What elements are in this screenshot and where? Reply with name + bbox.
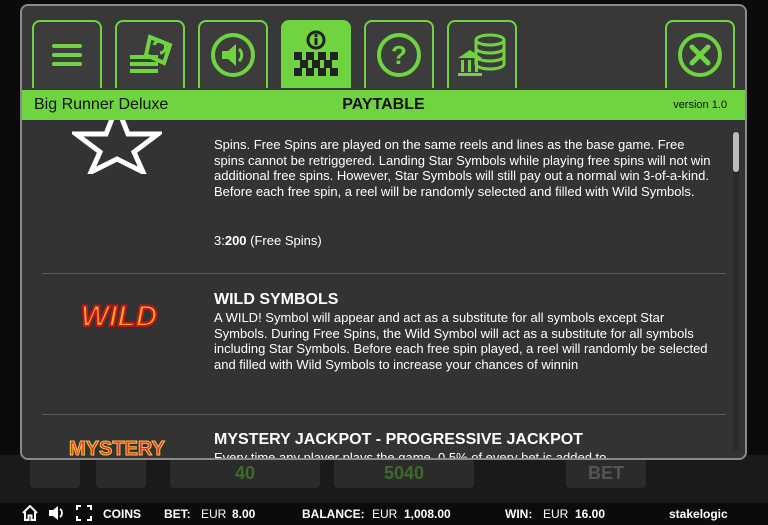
tab-menu[interactable]	[32, 20, 102, 88]
tab-help[interactable]: ?	[364, 20, 434, 88]
coins-bank-icon	[456, 32, 508, 78]
status-bar: COINS BET: EUR 8.00 BALANCE: EUR 1,008.0…	[0, 503, 768, 525]
bet-label: BET:	[164, 507, 191, 521]
star-payout-value: 200	[224, 233, 247, 248]
star-description: Spins. Free Spins are played on the same…	[214, 137, 711, 199]
tab-close[interactable]	[665, 20, 735, 88]
autoplay-icon	[126, 33, 174, 77]
scrollbar[interactable]	[733, 132, 739, 450]
close-icon	[677, 32, 723, 78]
scrollbar-thumb[interactable]	[733, 132, 739, 172]
hamburger-icon	[50, 42, 84, 68]
home-icon[interactable]	[22, 504, 38, 524]
balance-currency: EUR	[372, 507, 398, 521]
paytable-icon	[291, 30, 341, 80]
bg-bet-button: BET	[566, 458, 646, 488]
svg-text:MYSTERY: MYSTERY	[69, 438, 166, 460]
paytable-modal: ? Big Runner Deluxe PAYTABLE version 1.0…	[20, 4, 747, 460]
tab-autoplay[interactable]	[115, 20, 185, 88]
svg-text:WILD: WILD	[81, 300, 158, 333]
mystery-description: Every time any player plays the game, 0.…	[214, 450, 607, 460]
win-currency: EUR	[543, 507, 569, 521]
wild-title: WILD SYMBOLS	[214, 291, 339, 308]
win-amount: 16.00	[575, 507, 606, 521]
tab-paytable[interactable]	[281, 20, 351, 88]
tab-bar: ?	[22, 6, 745, 90]
paytable-header: Big Runner Deluxe PAYTABLE version 1.0	[22, 90, 745, 120]
section-divider	[42, 414, 726, 415]
mystery-symbol-logo: MYSTERY	[52, 434, 182, 460]
star-payout: 3:200 (Free Spins)	[214, 233, 322, 248]
section-title: PAYTABLE	[342, 96, 425, 113]
tab-sound[interactable]	[198, 20, 268, 88]
star-symbol-icon	[68, 120, 166, 179]
star-payout-note: (Free Spins)	[246, 233, 322, 248]
balance-label: BALANCE:	[302, 507, 365, 521]
section-divider	[42, 273, 726, 274]
bg-lines-button	[30, 458, 80, 488]
bet-currency: EUR	[201, 507, 227, 521]
wild-symbol-logo: WILD	[74, 294, 164, 341]
stakelogic-logo: stakelogic	[669, 507, 728, 521]
win-label: WIN:	[505, 507, 533, 521]
bg-autoplay-button	[96, 458, 146, 488]
balance-amount: 1,008.00	[404, 507, 451, 521]
fullscreen-icon[interactable]	[76, 505, 92, 524]
speaker-icon	[210, 32, 256, 78]
star-payout-count: 3:	[214, 233, 225, 248]
version-label: version 1.0	[673, 99, 727, 111]
help-icon: ?	[376, 32, 422, 78]
bg-total-value: 5040	[334, 458, 474, 488]
bg-lines-value: 40	[170, 458, 320, 488]
mystery-title: MYSTERY JACKPOT - PROGRESSIVE JACKPOT	[214, 431, 583, 448]
bet-amount: 8.00	[232, 507, 256, 521]
speaker-icon[interactable]	[48, 505, 66, 524]
wild-description: A WILD! Symbol will appear and act as a …	[214, 310, 708, 372]
paytable-content[interactable]: Spins. Free Spins are played on the same…	[22, 120, 745, 460]
svg-text:?: ?	[391, 40, 407, 70]
coins-toggle[interactable]: COINS	[103, 507, 141, 521]
tab-bet-settings[interactable]	[447, 20, 517, 88]
